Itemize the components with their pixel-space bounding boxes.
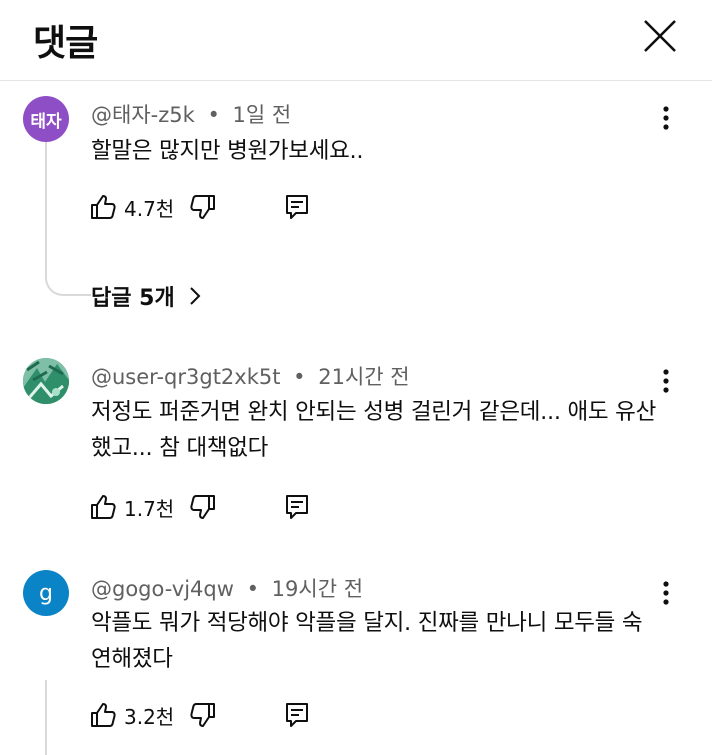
comment-author[interactable]: @user-qr3gt2xk5t bbox=[91, 365, 280, 389]
avatar-text: 태자 bbox=[30, 111, 62, 132]
comment-author[interactable]: @gogo-vj4qw bbox=[91, 577, 234, 601]
chevron-right-icon bbox=[189, 287, 201, 305]
avatar[interactable]: g bbox=[23, 570, 69, 616]
comment-time[interactable]: 21시간 전 bbox=[318, 365, 409, 389]
comment-meta: @gogo-vj4qw • 19시간 전 bbox=[91, 573, 363, 603]
like-count: 4.7천 bbox=[124, 196, 175, 221]
like-count: 1.7천 bbox=[124, 496, 175, 521]
like-button[interactable]: 4.7천 bbox=[88, 187, 174, 227]
comment-actions: 4.7천 bbox=[88, 187, 348, 227]
reply-button[interactable] bbox=[282, 695, 312, 735]
meta-separator: • bbox=[207, 103, 220, 127]
comment-time[interactable]: 1일 전 bbox=[233, 103, 292, 127]
thread-line bbox=[45, 142, 91, 296]
thumb-up-icon bbox=[91, 195, 116, 219]
like-button[interactable]: 1.7천 bbox=[88, 487, 174, 527]
avatar[interactable]: 태자 bbox=[23, 96, 69, 142]
comment-text: 악플도 뭐가 적당해야 악플을 달지. 진짜를 만나니 모두들 숙연해졌다 bbox=[91, 610, 643, 672]
thumb-down-icon bbox=[190, 703, 215, 727]
thumb-down-icon bbox=[190, 495, 215, 519]
comment-actions: 3.2천 bbox=[88, 695, 348, 735]
thread-line bbox=[45, 680, 47, 755]
avatar[interactable] bbox=[23, 358, 69, 404]
close-icon bbox=[644, 20, 676, 52]
meta-separator: • bbox=[293, 365, 306, 389]
thumb-up-icon bbox=[91, 495, 116, 519]
reply-button[interactable] bbox=[282, 487, 312, 527]
replies-label: 답글 5개 bbox=[91, 286, 175, 311]
reply-comment-icon bbox=[286, 703, 308, 727]
reply-comment-icon bbox=[286, 495, 308, 519]
close-button[interactable] bbox=[640, 16, 680, 56]
more-options-button[interactable] bbox=[650, 98, 682, 138]
comment-meta: @user-qr3gt2xk5t • 21시간 전 bbox=[91, 361, 410, 391]
avatar-text: g bbox=[39, 580, 53, 606]
thumb-down-icon bbox=[190, 195, 215, 219]
like-button[interactable]: 3.2천 bbox=[88, 695, 174, 735]
view-replies-button[interactable]: 답글 5개 bbox=[91, 280, 203, 312]
comment-author[interactable]: @태자-z5k bbox=[91, 103, 195, 127]
meta-separator: • bbox=[246, 577, 259, 601]
thumb-up-icon bbox=[91, 703, 116, 727]
pattern-avatar-image bbox=[23, 358, 69, 404]
dislike-button[interactable] bbox=[188, 695, 218, 735]
comment-text: 저정도 퍼준거면 완치 안되는 성병 걸린거 같은데... 애도 유산했고...… bbox=[91, 399, 656, 461]
more-vert-icon bbox=[663, 106, 669, 130]
reply-comment-icon bbox=[286, 195, 308, 219]
like-count: 3.2천 bbox=[124, 704, 175, 729]
comment-text: 할말은 많지만 병원가보세요.. bbox=[91, 138, 364, 164]
comments-header: 댓글 bbox=[0, 0, 712, 81]
dislike-button[interactable] bbox=[188, 187, 218, 227]
reply-button[interactable] bbox=[282, 187, 312, 227]
comment-actions: 1.7천 bbox=[88, 487, 348, 527]
panel-title: 댓글 bbox=[33, 23, 98, 64]
comment-time[interactable]: 19시간 전 bbox=[272, 577, 363, 601]
comment-meta: @태자-z5k • 1일 전 bbox=[91, 99, 291, 129]
dislike-button[interactable] bbox=[188, 487, 218, 527]
